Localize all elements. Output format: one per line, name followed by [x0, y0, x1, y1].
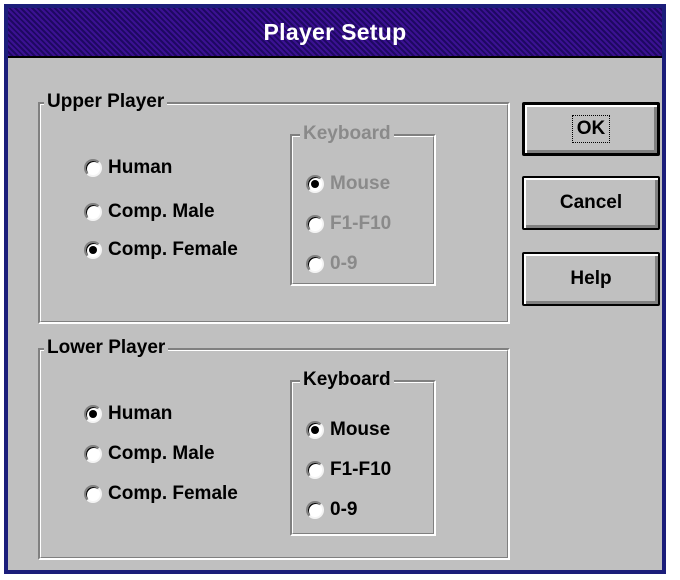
- radio-button-icon: [84, 159, 102, 177]
- radio-button-selected-icon: [306, 175, 324, 193]
- radio-label: 0-9: [330, 253, 358, 274]
- upper-keyboard-radio-0-9: 0-9: [306, 252, 357, 276]
- upper-player-label: Upper Player: [44, 91, 168, 113]
- ok-button[interactable]: OK: [522, 102, 660, 156]
- lower-keyboard-group: Keyboard Mouse F1-F10 0-9: [290, 369, 436, 536]
- radio-label: Comp. Male: [108, 443, 215, 464]
- radio-label: Comp. Female: [108, 483, 238, 504]
- radio-label: F1-F10: [330, 213, 392, 234]
- radio-label: F1-F10: [330, 459, 392, 480]
- upper-player-group: Upper Player Human Comp. Male Comp. Fema…: [38, 91, 510, 324]
- lower-radio-comp-male[interactable]: Comp. Male: [84, 442, 215, 466]
- title-bar[interactable]: Player Setup: [8, 8, 662, 58]
- dialog-title: Player Setup: [263, 19, 407, 45]
- upper-radio-comp-female[interactable]: Comp. Female: [84, 238, 238, 262]
- lower-keyboard-radio-0-9[interactable]: 0-9: [306, 498, 357, 522]
- radio-label: Human: [108, 157, 173, 178]
- radio-button-icon: [306, 215, 324, 233]
- lower-player-label: Lower Player: [44, 337, 169, 359]
- radio-button-selected-icon: [84, 405, 102, 423]
- upper-radio-human[interactable]: Human: [84, 156, 172, 180]
- upper-keyboard-radio-mouse: Mouse: [306, 172, 390, 196]
- radio-label: Mouse: [330, 173, 391, 194]
- radio-button-icon: [306, 461, 324, 479]
- upper-keyboard-radio-f1-f10: F1-F10: [306, 212, 391, 236]
- radio-button-icon: [306, 255, 324, 273]
- radio-button-icon: [84, 485, 102, 503]
- radio-label: 0-9: [330, 499, 358, 520]
- radio-button-selected-icon: [84, 241, 102, 259]
- radio-button-icon: [306, 501, 324, 519]
- radio-label: Comp. Male: [108, 201, 215, 222]
- cancel-button-label: Cancel: [559, 192, 623, 213]
- radio-label: Human: [108, 403, 173, 424]
- lower-radio-human[interactable]: Human: [84, 402, 172, 426]
- radio-button-icon: [84, 445, 102, 463]
- radio-button-selected-icon: [306, 421, 324, 439]
- upper-radio-comp-male[interactable]: Comp. Male: [84, 200, 215, 224]
- radio-label: Comp. Female: [108, 239, 238, 260]
- lower-keyboard-radio-mouse[interactable]: Mouse: [306, 418, 390, 442]
- upper-keyboard-group: Keyboard Mouse F1-F10 0-9: [290, 123, 436, 286]
- lower-keyboard-label: Keyboard: [300, 369, 394, 391]
- ok-button-label: OK: [571, 115, 611, 143]
- lower-keyboard-radio-f1-f10[interactable]: F1-F10: [306, 458, 391, 482]
- upper-keyboard-label: Keyboard: [300, 123, 394, 145]
- help-button[interactable]: Help: [522, 252, 660, 306]
- radio-label: Mouse: [330, 419, 391, 440]
- help-button-label: Help: [570, 268, 612, 289]
- player-setup-dialog: Player Setup Upper Player Human Comp. Ma…: [4, 4, 666, 574]
- lower-radio-comp-female[interactable]: Comp. Female: [84, 482, 238, 506]
- radio-button-icon: [84, 203, 102, 221]
- cancel-button[interactable]: Cancel: [522, 176, 660, 230]
- lower-player-group: Lower Player Human Comp. Male Comp. Fema…: [38, 337, 510, 560]
